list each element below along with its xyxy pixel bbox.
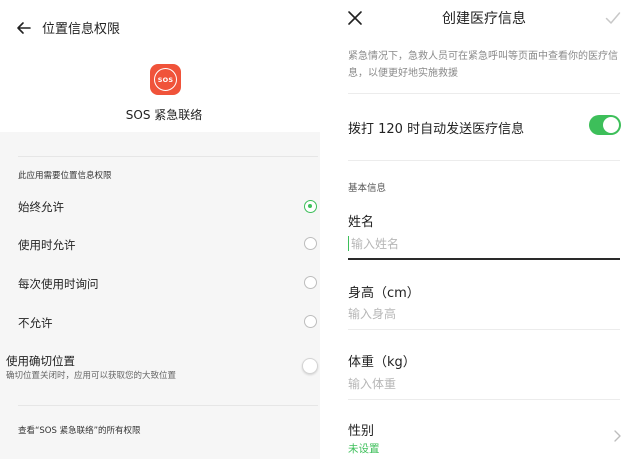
precise-location-toggle[interactable] — [302, 358, 318, 374]
gender-label: 性别 — [348, 424, 375, 439]
text-caret — [348, 236, 349, 251]
sos-app-icon: SOS — [150, 64, 181, 95]
gender-row[interactable]: 性别 — [348, 420, 620, 454]
name-input-underline — [348, 258, 620, 260]
page-title: 位置信息权限 — [42, 22, 121, 37]
radio-icon[interactable] — [304, 315, 317, 328]
precise-location-title: 使用确切位置 — [6, 354, 75, 368]
weight-label: 体重（kg） — [348, 355, 416, 370]
option-label: 始终允许 — [18, 200, 64, 214]
page-title: 创建医疗信息 — [442, 11, 526, 27]
chevron-right-icon — [611, 428, 623, 442]
option-ask-every-time[interactable]: 每次使用时询问 — [0, 266, 320, 300]
height-input-underline — [348, 329, 620, 330]
divider — [18, 156, 318, 157]
divider — [348, 160, 620, 161]
weight-input[interactable] — [348, 373, 620, 395]
radio-icon[interactable] — [304, 237, 317, 250]
gender-value: 未设置 — [348, 443, 380, 455]
height-label: 身高（cm） — [348, 286, 420, 301]
description-text: 紧急情况下，急救人员可在紧急呼叫等页面中查看你的医疗信息，以便更好地实施救援 — [348, 51, 618, 79]
close-icon[interactable] — [346, 9, 364, 27]
option-allow-while-using[interactable]: 使用时允许 — [0, 228, 320, 262]
precise-location-desc: 确切位置关闭时，应用可以获取您的大致位置 — [6, 371, 177, 381]
option-label: 不允许 — [18, 316, 53, 330]
confirm-check-icon[interactable] — [604, 9, 622, 27]
basic-info-section-title: 基本信息 — [348, 183, 387, 194]
location-permission-screen: 位置信息权限 SOS SOS 紧急联络 此应用需要位置信息权限 始终允许 使用时… — [0, 0, 320, 459]
sos-icon-text: SOS — [154, 68, 177, 91]
radio-icon[interactable] — [304, 276, 317, 289]
option-label: 使用时允许 — [18, 238, 76, 252]
app-name: SOS 紧急联络 — [125, 108, 203, 122]
name-label: 姓名 — [348, 215, 375, 230]
radio-selected-icon[interactable] — [304, 200, 317, 213]
option-deny[interactable]: 不允许 — [0, 305, 320, 339]
back-arrow-icon[interactable] — [12, 16, 36, 40]
divider — [348, 93, 620, 94]
auto-send-label: 拨打 120 时自动发送医疗信息 — [348, 122, 525, 137]
section-title: 此应用需要位置信息权限 — [18, 171, 112, 181]
name-input[interactable] — [348, 233, 623, 255]
medical-info-screen: 创建医疗信息 紧急情况下，急救人员可在紧急呼叫等页面中查看你的医疗信息，以便更好… — [328, 0, 640, 459]
all-permissions-link[interactable]: 查看“SOS 紧急联络”的所有权限 — [18, 424, 141, 436]
option-always-allow[interactable]: 始终允许 — [0, 189, 320, 223]
app-header: 位置信息权限 SOS SOS 紧急联络 — [0, 0, 320, 132]
weight-input-underline — [348, 399, 620, 400]
option-label: 每次使用时询问 — [18, 277, 99, 291]
auto-send-toggle[interactable] — [589, 115, 621, 135]
screen-separator — [320, 0, 328, 459]
divider — [18, 405, 318, 406]
height-input[interactable] — [348, 303, 620, 325]
